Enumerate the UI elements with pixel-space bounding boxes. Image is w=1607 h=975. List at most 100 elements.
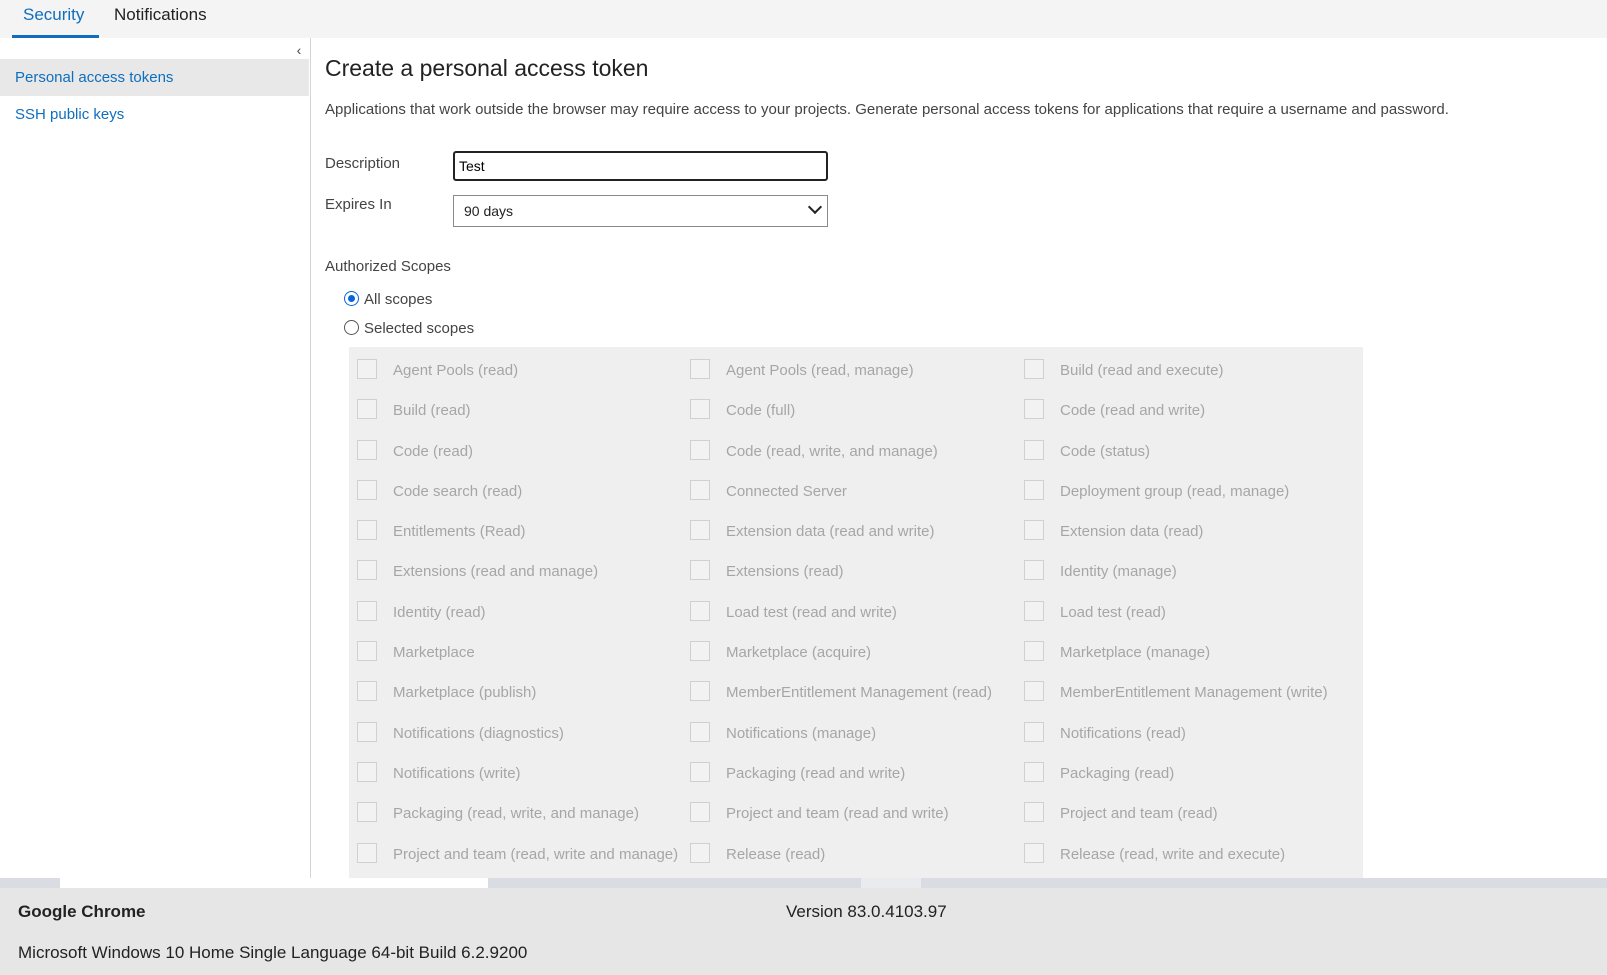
footer-divider-segment xyxy=(861,878,921,888)
scope-checkbox[interactable] xyxy=(1024,439,1044,460)
scope-label: Code (read and write) xyxy=(1060,402,1206,420)
scope-label: Release (read, write and execute) xyxy=(1060,845,1286,863)
scope-checkbox[interactable] xyxy=(690,399,710,420)
scope-row: Packaging (read, write, and manage) Proje… xyxy=(349,790,1363,830)
scope-label: Extensions (read) xyxy=(726,563,844,581)
scope-list-panel: Agent Pools (read) Agent Pools (read, man… xyxy=(349,347,1363,887)
scope-label: Code (read, write, and manage) xyxy=(726,442,938,460)
scope-checkbox[interactable] xyxy=(357,439,377,460)
scope-checkbox[interactable] xyxy=(690,842,710,863)
scope-checkbox[interactable] xyxy=(690,479,710,500)
scope-label: Load test (read) xyxy=(1060,603,1166,621)
scope-row: Project and team (read, write and manage… xyxy=(349,831,1363,871)
scope-checkbox[interactable] xyxy=(690,600,710,621)
scope-row: Entitlements (Read) Extension data (read … xyxy=(349,508,1363,548)
os-info: Microsoft Windows 10 Home Single Languag… xyxy=(18,943,528,962)
chevron-left-icon[interactable]: ‹ xyxy=(291,42,307,58)
scope-checkbox[interactable] xyxy=(690,721,710,742)
footer-divider xyxy=(0,878,1607,888)
tab-notifications[interactable]: Notifications xyxy=(103,0,223,38)
description-input[interactable] xyxy=(453,151,828,181)
scope-row: Extensions (read and manage) Extensions (… xyxy=(349,548,1363,588)
sidebar-item-personal-access-tokens[interactable]: Personal access tokens xyxy=(0,59,309,96)
main-content: Create a personal access token Applicati… xyxy=(311,38,1607,887)
authorized-scopes-label: Authorized Scopes xyxy=(325,258,451,275)
expires-in-select[interactable]: 90 days xyxy=(453,195,828,227)
scope-checkbox[interactable] xyxy=(357,399,377,420)
scope-label: Build (read) xyxy=(393,402,471,420)
radio-all-scopes-label: All scopes xyxy=(364,291,433,308)
radio-button-checked[interactable] xyxy=(344,291,359,306)
scope-checkbox[interactable] xyxy=(690,761,710,782)
browser-name: Google Chrome xyxy=(18,902,146,921)
scope-checkbox[interactable] xyxy=(1024,399,1044,420)
scope-checkbox[interactable] xyxy=(357,641,377,662)
scope-label: Marketplace (acquire) xyxy=(726,644,872,662)
scope-checkbox[interactable] xyxy=(357,842,377,863)
scope-row: Marketplace (publish) MemberEntitlement M… xyxy=(349,669,1363,709)
scope-checkbox[interactable] xyxy=(1024,479,1044,500)
scope-checkbox[interactable] xyxy=(357,721,377,742)
scope-label: Marketplace (publish) xyxy=(393,684,537,702)
scope-label: Build (read and execute) xyxy=(1060,362,1224,379)
scope-checkbox[interactable] xyxy=(690,641,710,662)
scope-checkbox[interactable] xyxy=(1024,600,1044,621)
radio-selected-scopes-label: Selected scopes xyxy=(364,320,475,337)
scope-checkbox[interactable] xyxy=(1024,520,1044,541)
scope-label: Code (full) xyxy=(726,402,796,420)
scope-checkbox[interactable] xyxy=(690,560,710,581)
scope-checkbox[interactable] xyxy=(357,600,377,621)
scope-label: Packaging (read and write) xyxy=(726,764,906,782)
scope-row: Code (read) Code (read, write, and manage… xyxy=(349,428,1363,468)
scope-row: Build (read) Code (full) Code (read and wr… xyxy=(349,387,1363,427)
scope-checkbox[interactable] xyxy=(1024,560,1044,581)
scope-label: Packaging (read, write, and manage) xyxy=(393,805,639,823)
radio-button-unchecked[interactable] xyxy=(344,320,359,335)
scope-label: Identity (read) xyxy=(393,603,486,621)
scope-label: Project and team (read) xyxy=(1060,805,1218,823)
scope-label: Extensions (read and manage) xyxy=(393,563,599,581)
scope-label: Packaging (read) xyxy=(1060,764,1175,782)
expires-in-value: 90 days xyxy=(464,203,514,219)
scope-checkbox[interactable] xyxy=(1024,802,1044,823)
scope-label: MemberEntitlement Management (write) xyxy=(1060,684,1328,702)
page-description: Applications that work outside the brows… xyxy=(325,101,1449,118)
scope-checkbox[interactable] xyxy=(357,681,377,702)
scope-checkbox[interactable] xyxy=(690,359,710,379)
scope-checkbox[interactable] xyxy=(1024,842,1044,863)
scope-checkbox[interactable] xyxy=(357,359,377,379)
scope-label: Release (read) xyxy=(726,845,826,863)
scope-label: Notifications (read) xyxy=(1060,724,1186,742)
scope-row: Code search (read) Connected Server Deploy… xyxy=(349,468,1363,508)
scope-checkbox[interactable] xyxy=(1024,721,1044,742)
footer-divider-segment xyxy=(60,878,488,888)
scope-checkbox[interactable] xyxy=(690,520,710,541)
scope-checkbox[interactable] xyxy=(690,802,710,823)
scope-label: Entitlements (Read) xyxy=(393,523,526,541)
scope-label: Connected Server xyxy=(726,482,847,500)
scope-label: Code search (read) xyxy=(393,482,523,500)
tab-security[interactable]: Security xyxy=(12,0,99,38)
scope-label: Agent Pools (read) xyxy=(393,362,519,379)
scope-label: Code (status) xyxy=(1060,442,1151,460)
scope-checkbox[interactable] xyxy=(690,681,710,702)
scope-checkbox[interactable] xyxy=(357,479,377,500)
scope-label: Project and team (read, write and manage… xyxy=(393,845,679,863)
app-window: Security Notifications ‹ Personal access… xyxy=(0,0,1607,975)
scope-checkbox[interactable] xyxy=(357,520,377,541)
scope-checkbox[interactable] xyxy=(1024,761,1044,782)
scope-label: Extension data (read) xyxy=(1060,523,1204,541)
scope-checkbox[interactable] xyxy=(1024,641,1044,662)
scope-checkbox[interactable] xyxy=(357,560,377,581)
scope-checkbox[interactable] xyxy=(1024,681,1044,702)
scope-row: Notifications (write) Packaging (read and… xyxy=(349,750,1363,790)
scope-checkbox[interactable] xyxy=(1024,359,1044,379)
description-label: Description xyxy=(325,155,401,172)
scope-label: Notifications (diagnostics) xyxy=(393,724,564,742)
scope-checkbox[interactable] xyxy=(357,761,377,782)
scope-checkbox[interactable] xyxy=(690,439,710,460)
page-title: Create a personal access token xyxy=(325,55,649,81)
scope-checkbox[interactable] xyxy=(357,802,377,823)
scope-label: Project and team (read and write) xyxy=(726,805,949,823)
sidebar-item-ssh-public-keys[interactable]: SSH public keys xyxy=(0,96,309,133)
